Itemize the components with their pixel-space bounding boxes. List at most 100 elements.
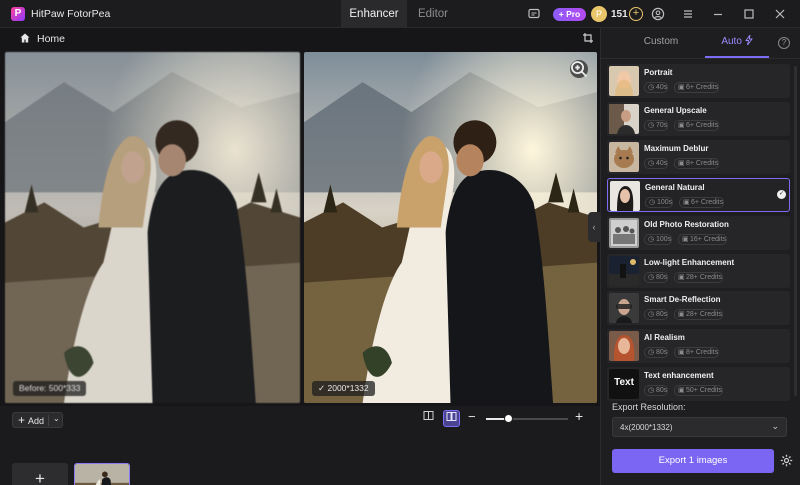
tab-custom[interactable]: Custom xyxy=(629,34,693,60)
preset-item[interactable]: Old Photo Restoration ◷ 100s ▣ 16+ Credits xyxy=(607,215,790,250)
credit-count: 151 xyxy=(611,9,628,20)
help-icon[interactable]: ? xyxy=(778,37,790,49)
preset-thumbnail-image xyxy=(609,255,639,286)
preset-item[interactable]: Portrait ◷ 40s ▣ 6+ Credits xyxy=(607,64,790,98)
preset-name: Old Photo Restoration xyxy=(644,219,729,229)
credit-icon: ▣ xyxy=(678,273,685,281)
credits-badge: ▣ 6+ Credits xyxy=(679,196,725,208)
credits-value: 50+ Credits xyxy=(686,387,722,395)
credits-value: 6+ Credits xyxy=(686,121,719,129)
time-badge: ◷ 80s xyxy=(644,347,669,359)
preset-item[interactable]: General Upscale ◷ 70s ▣ 6+ Credits xyxy=(607,101,790,136)
credits-badge: ▣ 8+ Credits xyxy=(674,157,720,169)
time-badge: ◷ 70s xyxy=(644,119,669,131)
export-resolution-label: Export Resolution: xyxy=(612,402,686,412)
app-title: HitPaw FotorPea xyxy=(31,8,111,20)
export-button[interactable]: Export 1 images xyxy=(612,449,774,473)
zoom-out-button[interactable]: − xyxy=(468,409,476,424)
split-view-icon[interactable] xyxy=(420,410,437,427)
preset-item[interactable]: General Natural ◷ 100s ▣ 6+ Credits ✓ xyxy=(607,177,790,212)
time-value: 40s xyxy=(656,159,668,167)
title-bar: P HitPaw FotorPea Enhancer Editor + Pro … xyxy=(0,0,800,28)
breadcrumb: Home xyxy=(0,28,600,50)
credits-badge: ▣ 16+ Credits xyxy=(678,233,727,245)
preset-thumbnail-image xyxy=(609,217,639,248)
minimize-icon[interactable] xyxy=(711,7,725,21)
image-thumbnail[interactable] xyxy=(74,463,130,485)
app-logo-icon: P xyxy=(11,7,25,21)
preset-name: Text enhancement xyxy=(644,371,714,381)
clock-icon: ◷ xyxy=(648,311,655,319)
time-value: 80s xyxy=(656,387,668,395)
tab-editor[interactable]: Editor xyxy=(407,0,459,28)
preset-name: Low-light Enhancement xyxy=(644,257,735,267)
preset-thumbnail xyxy=(609,293,639,324)
credits-value: 28+ Credits xyxy=(686,273,722,281)
preset-thumbnail-image xyxy=(609,293,639,324)
credits-badge: ▣ 6+ Credits xyxy=(674,119,720,131)
preset-thumbnail-image xyxy=(609,331,639,362)
time-value: 100s xyxy=(656,235,672,243)
preset-name: General Upscale xyxy=(644,105,707,115)
zoom-in-icon[interactable] xyxy=(570,60,588,78)
clock-icon: ◷ xyxy=(649,198,656,206)
preset-thumbnail-image xyxy=(609,141,639,172)
preset-thumbnail: Text xyxy=(609,369,639,400)
crop-icon[interactable] xyxy=(582,32,594,44)
add-credits-button[interactable]: + xyxy=(629,7,643,21)
time-badge: ◷ 80s xyxy=(644,271,669,283)
maximize-icon[interactable] xyxy=(742,7,756,21)
settings-panel: Custom Auto ? Portrait ◷ 40s ▣ 6+ Credits Gen… xyxy=(600,28,800,485)
account-icon[interactable] xyxy=(651,7,665,21)
credit-icon: ▣ xyxy=(682,235,689,243)
preset-thumbnail xyxy=(610,180,640,211)
bottom-toolbar: + Add ⌄ − + + xyxy=(0,406,600,485)
clock-icon: ◷ xyxy=(648,273,655,281)
credit-icon: ▣ xyxy=(678,311,685,319)
preset-item[interactable]: Smart De-Reflection ◷ 80s ▣ 28+ Credits xyxy=(607,291,790,326)
credit-icon: ▣ xyxy=(678,84,685,91)
menu-icon[interactable] xyxy=(681,7,695,21)
preset-item[interactable]: Low-light Enhancement ◷ 80s ▣ 28+ Credits xyxy=(607,253,790,288)
preset-thumbnail xyxy=(609,103,639,134)
zoom-in-button[interactable]: + xyxy=(575,408,583,424)
clock-icon: ◷ xyxy=(648,387,655,395)
scrollbar[interactable] xyxy=(794,66,797,396)
tab-auto-label: Auto xyxy=(721,36,742,47)
preset-item[interactable]: Text Text enhancement ◷ 80s ▣ 50+ Credits xyxy=(607,367,790,402)
credits-badge: ▣ 50+ Credits xyxy=(674,385,723,397)
credits-badge: ▣ 28+ Credits xyxy=(674,309,723,321)
divider xyxy=(48,415,49,426)
tab-enhancer[interactable]: Enhancer xyxy=(341,0,407,28)
add-button[interactable]: + Add ⌄ xyxy=(12,412,63,428)
preset-thumbnail-image xyxy=(609,66,639,96)
home-link[interactable]: Home xyxy=(37,33,65,45)
zoom-slider-handle[interactable] xyxy=(504,414,514,423)
message-icon[interactable] xyxy=(527,7,541,21)
pro-upgrade-button[interactable]: + Pro xyxy=(553,8,586,21)
before-image[interactable]: Before: 500*333 xyxy=(5,52,300,403)
side-by-side-view-icon[interactable] xyxy=(443,410,460,427)
clock-icon: ◷ xyxy=(648,349,655,357)
collapse-panel-button[interactable]: ‹ xyxy=(588,212,600,242)
export-resolution-select[interactable]: 4x(2000*1332) ⌄ xyxy=(612,417,787,437)
credit-icon: ▣ xyxy=(683,198,690,206)
close-icon[interactable] xyxy=(773,7,787,21)
credit-icon: ▣ xyxy=(678,121,685,129)
zoom-slider[interactable] xyxy=(486,414,568,423)
home-icon[interactable] xyxy=(19,32,31,44)
time-badge: ◷ 40s xyxy=(644,157,669,169)
chevron-down-icon[interactable]: ⌄ xyxy=(53,414,60,423)
after-image[interactable]: ✓ 2000*1332 xyxy=(304,52,597,403)
credit-icon: ▣ xyxy=(678,159,685,167)
preset-thumbnail xyxy=(609,141,639,172)
add-image-button[interactable]: + xyxy=(12,463,68,485)
gear-icon[interactable] xyxy=(780,454,793,467)
credits-value: 6+ Credits xyxy=(686,84,719,91)
preset-thumbnail-image xyxy=(609,103,639,134)
preset-thumbnail xyxy=(609,217,639,248)
preset-item[interactable]: AI Realism ◷ 80s ▣ 8+ Credits xyxy=(607,329,790,364)
credits-badge: ▣ 8+ Credits xyxy=(674,347,720,359)
preset-item[interactable]: Maximum Deblur ◷ 40s ▣ 8+ Credits xyxy=(607,139,790,174)
lightning-icon xyxy=(744,34,753,47)
